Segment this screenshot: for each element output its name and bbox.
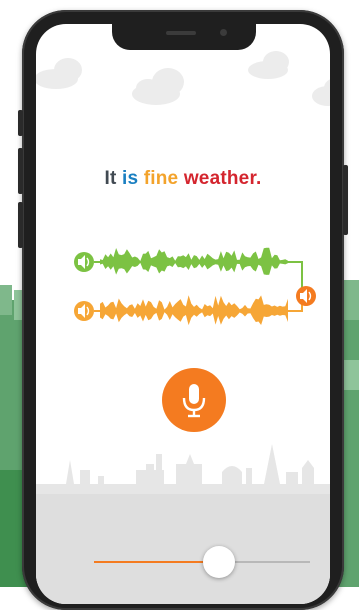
volume-up-button	[18, 148, 23, 194]
slider-fill	[94, 561, 220, 563]
playback-slider[interactable]	[94, 546, 310, 578]
app-screen: It is fine weather.	[36, 24, 330, 604]
volume-down-button	[18, 202, 23, 248]
city-skyline	[36, 444, 330, 604]
power-button	[343, 165, 348, 235]
mute-switch	[18, 110, 23, 136]
